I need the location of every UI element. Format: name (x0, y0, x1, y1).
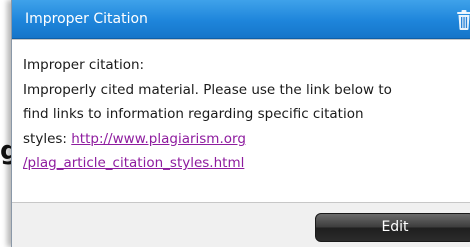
description-line-1: Improperly cited material. Please use th… (23, 81, 392, 98)
edit-button[interactable]: Edit (315, 213, 470, 242)
citation-styles-link-part-2[interactable]: /plag_article_citation_styles.html (23, 155, 244, 171)
popup-title: Improper Citation (25, 11, 148, 27)
citation-description: Improper citation: Improperly cited mate… (23, 53, 470, 176)
description-line-2: find links to information regarding spec… (23, 106, 364, 122)
popup-header: Improper Citation (12, 0, 470, 39)
trash-icon[interactable] (455, 9, 470, 31)
improper-citation-popup: Improper Citation Improper citation: Imp… (11, 0, 470, 247)
description-line-4: /plag_article_citation_styles.html (23, 151, 470, 176)
styles-prefix: styles: (23, 130, 72, 147)
citation-styles-link-part-1[interactable]: http://www.plagiarism.org (71, 131, 246, 147)
description-line-3: styles: http://www.plagiarism.org (23, 127, 470, 152)
citation-heading: Improper citation: (23, 57, 145, 73)
popup-body: Improper citation: Improperly cited mate… (12, 39, 470, 203)
